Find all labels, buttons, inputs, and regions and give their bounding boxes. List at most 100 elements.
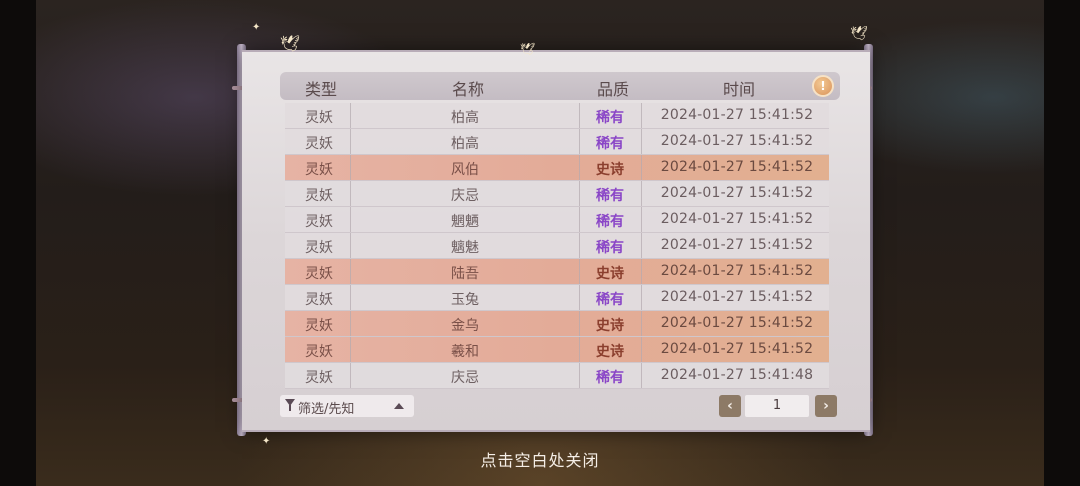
column-divider: [350, 337, 351, 362]
column-divider: [350, 259, 351, 284]
cell-time: 2024-01-27 15:41:52: [660, 107, 814, 123]
prev-page-button[interactable]: ‹: [719, 395, 741, 417]
table-row: 灵妖 庆忌 稀有 2024-01-27 15:41:52: [285, 181, 829, 207]
cell-quality: 史诗: [596, 344, 624, 360]
column-divider: [641, 233, 642, 258]
column-divider: [641, 103, 642, 128]
bird-icon: 🕊: [850, 26, 868, 42]
column-divider: [641, 129, 642, 154]
cell-quality: 史诗: [596, 162, 624, 178]
column-divider: [579, 337, 580, 362]
cell-quality: 稀有: [596, 188, 624, 204]
cell-time: 2024-01-27 15:41:52: [660, 133, 814, 149]
table-row: 灵妖 风伯 史诗 2024-01-27 15:41:52: [285, 155, 829, 181]
cell-type: 灵妖: [305, 188, 333, 204]
cell-name: 玉兔: [451, 292, 479, 308]
cell-type: 灵妖: [305, 318, 333, 334]
cell-quality: 稀有: [596, 370, 624, 386]
column-divider: [350, 155, 351, 180]
cell-quality: 史诗: [596, 318, 624, 334]
cell-type: 灵妖: [305, 370, 333, 386]
right-letterbox: [1044, 0, 1080, 486]
column-divider: [641, 337, 642, 362]
cell-type: 灵妖: [305, 214, 333, 230]
table-row: 灵妖 柏高 稀有 2024-01-27 15:41:52: [285, 103, 829, 129]
cell-time: 2024-01-27 15:41:52: [660, 237, 814, 253]
table-row: 灵妖 陆吾 史诗 2024-01-27 15:41:52: [285, 259, 829, 285]
column-divider: [350, 285, 351, 310]
column-divider: [641, 207, 642, 232]
bird-icon: 🕊: [520, 42, 536, 56]
column-divider: [641, 311, 642, 336]
cell-type: 灵妖: [305, 110, 333, 126]
filter-label: 筛选/先知: [298, 402, 355, 417]
column-divider: [579, 207, 580, 232]
column-divider: [641, 181, 642, 206]
cell-type: 灵妖: [305, 292, 333, 308]
close-hint: 点击空白处关闭: [480, 451, 600, 470]
column-divider: [350, 207, 351, 232]
left-letterbox: [0, 0, 36, 486]
header-quality: 品质: [596, 80, 630, 99]
cell-time: 2024-01-27 15:41:52: [660, 315, 814, 331]
column-divider: [579, 129, 580, 154]
cell-type: 灵妖: [305, 344, 333, 360]
table-row: 灵妖 魍魉 稀有 2024-01-27 15:41:52: [285, 207, 829, 233]
table-row: 灵妖 玉兔 稀有 2024-01-27 15:41:52: [285, 285, 829, 311]
cell-quality: 稀有: [596, 110, 624, 126]
column-divider: [579, 259, 580, 284]
column-divider: [579, 181, 580, 206]
chevron-up-icon: [394, 403, 404, 409]
cell-quality: 稀有: [596, 214, 624, 230]
column-divider: [641, 155, 642, 180]
column-divider: [579, 363, 580, 388]
cell-name: 羲和: [451, 344, 479, 360]
column-divider: [350, 363, 351, 388]
column-divider: [641, 259, 642, 284]
alert-icon[interactable]: !: [812, 75, 834, 97]
column-divider: [579, 155, 580, 180]
page-number-input[interactable]: 1: [745, 395, 809, 417]
column-divider: [641, 285, 642, 310]
cell-time: 2024-01-27 15:41:52: [660, 341, 814, 357]
cell-time: 2024-01-27 15:41:52: [660, 159, 814, 175]
cell-name: 金乌: [451, 318, 479, 334]
column-divider: [579, 285, 580, 310]
sparkle-icon: ✦: [262, 436, 271, 447]
cell-quality: 稀有: [596, 292, 624, 308]
cell-type: 灵妖: [305, 240, 333, 256]
cell-quality: 稀有: [596, 240, 624, 256]
header-time: 时间: [722, 80, 756, 99]
header-name: 名称: [451, 80, 485, 99]
sparkle-icon: ✦: [252, 22, 261, 33]
cell-time: 2024-01-27 15:41:52: [660, 211, 814, 227]
cell-time: 2024-01-27 15:41:48: [660, 367, 814, 383]
column-divider: [350, 129, 351, 154]
column-divider: [579, 233, 580, 258]
cell-name: 柏高: [451, 136, 479, 152]
next-page-button[interactable]: ›: [815, 395, 837, 417]
column-divider: [641, 363, 642, 388]
record-list[interactable]: 灵妖 柏高 稀有 2024-01-27 15:41:52 灵妖 柏高 稀有 2024-01-2…: [285, 103, 829, 389]
cell-name: 魑魅: [451, 240, 479, 256]
table-row: 灵妖 庆忌 稀有 2024-01-27 15:41:48: [285, 363, 829, 389]
table-row: 灵妖 柏高 稀有 2024-01-27 15:41:52: [285, 129, 829, 155]
column-divider: [350, 181, 351, 206]
table-row: 灵妖 羲和 史诗 2024-01-27 15:41:52: [285, 337, 829, 363]
cell-type: 灵妖: [305, 162, 333, 178]
cell-name: 风伯: [451, 162, 479, 178]
cell-time: 2024-01-27 15:41:52: [660, 263, 814, 279]
cell-name: 庆忌: [451, 188, 479, 204]
cell-time: 2024-01-27 15:41:52: [660, 289, 814, 305]
column-divider: [350, 103, 351, 128]
cell-time: 2024-01-27 15:41:52: [660, 185, 814, 201]
table-row: 灵妖 魑魅 稀有 2024-01-27 15:41:52: [285, 233, 829, 259]
filter-dropdown[interactable]: 筛选/先知: [280, 395, 414, 417]
table-row: 灵妖 金乌 史诗 2024-01-27 15:41:52: [285, 311, 829, 337]
cell-quality: 史诗: [596, 266, 624, 282]
filter-icon-stem: [289, 405, 291, 411]
column-divider: [350, 233, 351, 258]
cell-name: 庆忌: [451, 370, 479, 386]
cell-type: 灵妖: [305, 266, 333, 282]
column-divider: [579, 103, 580, 128]
